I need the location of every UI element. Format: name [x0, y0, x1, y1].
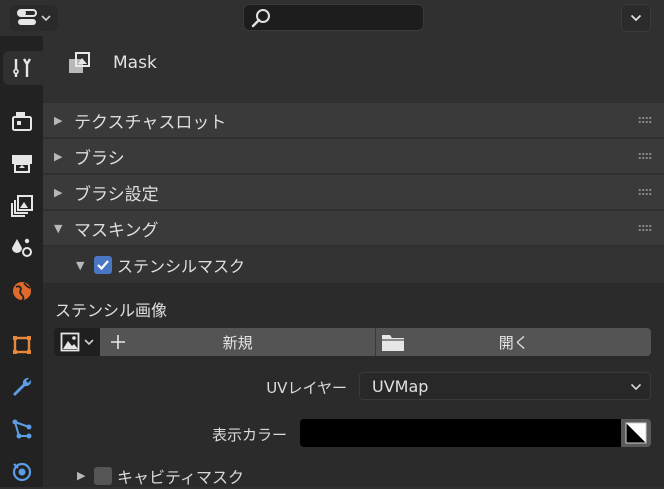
- drag-handle-icon[interactable]: [638, 224, 652, 232]
- panel-brush-settings[interactable]: ▶ ブラシ設定: [43, 175, 664, 209]
- drag-handle-icon[interactable]: [638, 116, 652, 124]
- image-paint-icon: [69, 52, 90, 73]
- search-icon: [251, 9, 270, 28]
- panel-label: マスキング: [74, 220, 159, 241]
- editor-type-button[interactable]: [10, 5, 58, 31]
- tab-output[interactable]: [3, 146, 41, 180]
- tab-render[interactable]: [3, 104, 41, 138]
- mode-header: Mask: [43, 36, 664, 96]
- subpanel-cavity-mask[interactable]: ▶ キャビティマスク: [43, 464, 664, 487]
- properties-editor-icon: [17, 9, 37, 25]
- color-picker-button[interactable]: [621, 419, 651, 447]
- stencil-mask-content: ステンシル画像 新規 開く UVレイヤー UVMap 表示カラー ▶ キャビティ…: [43, 283, 664, 487]
- image-icon: [60, 332, 80, 352]
- physics-icon: [12, 462, 32, 482]
- tab-world[interactable]: [3, 274, 41, 308]
- panel-brush[interactable]: ▶ ブラシ: [43, 139, 664, 173]
- disclosure-right-icon: ▶: [54, 185, 63, 199]
- disclosure-right-icon: ▶: [54, 113, 63, 127]
- tab-object[interactable]: [3, 328, 41, 362]
- drag-handle-icon[interactable]: [638, 188, 652, 196]
- new-image-label: 新規: [222, 333, 253, 352]
- cavity-mask-checkbox[interactable]: [94, 466, 112, 485]
- mode-title: Mask: [113, 53, 157, 73]
- tab-modifiers[interactable]: [3, 370, 41, 404]
- subpanel-stencil-mask[interactable]: ▼ ステンシルマスク: [43, 247, 664, 283]
- stencil-mask-label: ステンシルマスク: [117, 257, 246, 276]
- panel-label: ブラシ設定: [74, 184, 159, 205]
- tab-scene[interactable]: [3, 231, 41, 265]
- drag-handle-icon[interactable]: [638, 152, 652, 160]
- view-layer-icon: [11, 195, 33, 217]
- panel-texture-slots[interactable]: ▶ テクスチャスロット: [43, 103, 664, 137]
- tab-tool[interactable]: [3, 51, 43, 85]
- display-color-field: [300, 419, 651, 447]
- tab-view-layer[interactable]: [3, 189, 41, 223]
- world-icon: [13, 282, 31, 301]
- color-picker-icon: [625, 422, 647, 444]
- properties-content: Mask ▶ テクスチャスロット ▶ ブラシ ▶ ブラシ設定 ▼ マスキング ▼…: [43, 36, 664, 487]
- new-image-button[interactable]: 新規: [99, 328, 377, 356]
- options-dropdown-button[interactable]: [621, 4, 651, 32]
- scene-icon: [12, 238, 32, 257]
- particles-icon: [12, 419, 32, 439]
- disclosure-down-icon: ▼: [54, 221, 63, 235]
- properties-tab-bar: [0, 36, 43, 487]
- stencil-image-selector: 新規 開く: [54, 328, 651, 356]
- panel-masking[interactable]: ▼ マスキング: [43, 211, 664, 245]
- panel-label: テクスチャスロット: [74, 112, 227, 133]
- open-image-button[interactable]: 開く: [376, 328, 651, 356]
- wrench-icon: [13, 377, 32, 396]
- tab-particles[interactable]: [3, 412, 41, 446]
- browse-image-button[interactable]: [54, 328, 100, 356]
- output-icon: [12, 155, 32, 173]
- display-color-swatch[interactable]: [300, 419, 621, 447]
- uv-layer-dropdown[interactable]: UVMap: [359, 372, 651, 400]
- chevron-down-icon: [41, 15, 51, 22]
- checkmark-icon: [97, 260, 109, 271]
- header-bar: [0, 0, 664, 36]
- display-color-label: 表示カラー: [211, 426, 287, 444]
- disclosure-right-icon: ▶: [77, 469, 86, 482]
- tab-physics[interactable]: [3, 455, 41, 489]
- object-icon: [13, 336, 31, 354]
- uv-layer-value: UVMap: [372, 376, 429, 396]
- stencil-image-label: ステンシル画像: [55, 301, 168, 320]
- uv-layer-label: UVレイヤー: [266, 379, 347, 397]
- disclosure-right-icon: ▶: [54, 149, 63, 163]
- chevron-down-icon: [630, 14, 642, 22]
- render-icon: [12, 112, 32, 131]
- disclosure-down-icon: ▼: [76, 258, 85, 272]
- open-image-label: 開く: [498, 333, 529, 352]
- tool-settings-icon: [13, 58, 32, 77]
- chevron-down-icon: [84, 339, 94, 346]
- panel-label: ブラシ: [74, 148, 125, 169]
- chevron-down-icon: [630, 383, 642, 391]
- search-input[interactable]: [243, 4, 424, 31]
- cavity-mask-label: キャビティマスク: [117, 467, 245, 487]
- stencil-mask-checkbox[interactable]: [94, 256, 112, 274]
